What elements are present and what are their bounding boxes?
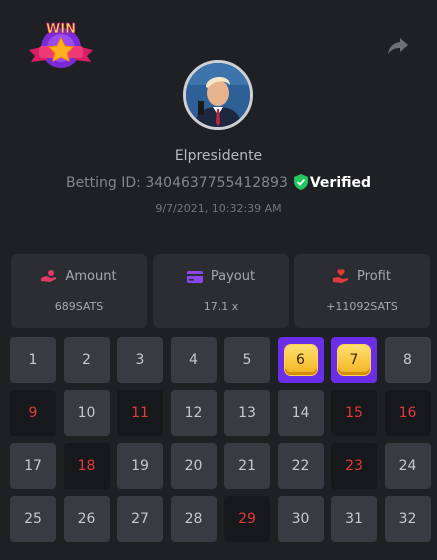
grid-cell[interactable]: 30 [277,496,324,542]
grid-cell-number: 15 [345,405,363,421]
hand-coins-icon [41,270,57,282]
betting-id-value: 3404637755412893 [145,175,288,191]
grid-cell[interactable]: 26 [63,496,110,542]
grid-cell-number: 5 [242,352,252,368]
bet-timestamp: 9/7/2021, 10:32:39 AM [155,202,282,215]
grid-cell[interactable]: 8 [384,337,431,383]
grid-cell-number: 14 [291,405,310,421]
grid-cell[interactable]: 31 [331,496,377,542]
grid-cell[interactable]: 32 [384,496,431,542]
grid-cell[interactable]: 14 [277,390,324,436]
grid-cell[interactable]: 4 [170,337,217,383]
grid-cell-number: 18 [77,458,96,474]
grid-cell-number: 16 [398,405,417,421]
betting-id-line: Betting ID: 3404637755412893 Verified [0,174,437,191]
verified-shield-icon [293,174,308,190]
grid-cell-number: 12 [184,405,203,421]
grid-cell[interactable]: 23 [331,443,377,489]
username: Elpresidente [174,148,263,164]
grid-cell-number: 23 [345,458,363,474]
grid-cell[interactable]: 5 [224,337,270,383]
grid-cell[interactable]: 16 [384,390,431,436]
stats-row: Amount 689SATS Payout 17.1 x Profit +110… [11,254,430,328]
grid-cell-number: 9 [28,405,38,421]
grid-cell-selected[interactable]: 7 [331,337,377,383]
grid-cell-number: 3 [135,352,145,368]
grid-cell[interactable]: 13 [224,390,270,436]
stat-payout: Payout 17.1 x [153,254,289,328]
grid-cell[interactable]: 3 [117,337,163,383]
grid-cell-number: 29 [238,511,256,527]
grid-cell-number: 2 [82,352,91,368]
stat-amount-label: Amount [65,269,117,284]
grid-cell-number: 1 [28,352,38,368]
grid-cell[interactable]: 21 [224,443,270,489]
avatar-image [186,63,250,127]
stat-amount: Amount 689SATS [11,254,147,328]
grid-cell-number: 19 [131,458,149,474]
stat-profit-label: Profit [357,269,391,284]
grid-cell[interactable]: 27 [117,496,163,542]
grid-cell[interactable]: 24 [384,443,431,489]
verified-badge: Verified [309,175,372,191]
grid-cell[interactable]: 11 [117,390,163,436]
grid-cell[interactable]: 22 [277,443,324,489]
grid-cell-number: 20 [184,458,203,474]
grid-cell[interactable]: 12 [170,390,217,436]
grid-cell-number: 6 [284,345,317,375]
grid-cell[interactable]: 9 [10,390,56,436]
grid-cell[interactable]: 19 [117,443,163,489]
stat-payout-value: 17.1 x [203,300,239,313]
logo-text: WIN [46,22,76,37]
grid-cell-number: 11 [131,405,149,421]
grid-cell[interactable]: 25 [10,496,56,542]
grid-cell-number: 25 [24,511,42,527]
stat-payout-label: Payout [210,269,256,284]
grid-cell[interactable]: 20 [170,443,217,489]
grid-cell-number: 10 [77,405,96,421]
grid-cell-number: 31 [345,511,363,527]
grid-cell[interactable]: 15 [331,390,377,436]
grid-cell[interactable]: 18 [63,443,110,489]
stat-amount-value: 689SATS [54,300,104,313]
grid-cell-number: 27 [131,511,149,527]
share-icon[interactable] [386,33,410,57]
grid-cell-number: 13 [238,405,256,421]
win-logo: WIN [29,22,93,68]
grid-cell[interactable]: 17 [10,443,56,489]
grid-cell[interactable]: 29 [224,496,270,542]
grid-cell-number: 32 [398,511,417,527]
grid-cell-number: 7 [338,345,370,375]
grid-cell-number: 4 [189,352,198,368]
grid-cell-number: 17 [24,458,42,474]
grid-cell[interactable]: 1 [10,337,56,383]
grid-cell-number: 26 [77,511,96,527]
grid-cell-number: 8 [403,352,412,368]
grid-cell-number: 24 [398,458,417,474]
stat-profit: Profit +11092SATS [294,254,430,328]
grid-cell[interactable]: 2 [63,337,110,383]
grid-cell-number: 21 [238,458,256,474]
grid-cell-number: 22 [291,458,310,474]
grid-cell-selected[interactable]: 6 [277,337,324,383]
stat-profit-value: +11092SATS [326,300,398,313]
avatar [183,60,253,130]
card-icon [186,271,203,283]
grid-cell[interactable]: 28 [170,496,217,542]
grid-cell-number: 30 [291,511,310,527]
betting-id-label: Betting ID: [65,175,141,191]
grid-cell[interactable]: 10 [63,390,110,436]
hand-heart-icon [333,269,349,283]
grid-cell-number: 28 [184,511,203,527]
